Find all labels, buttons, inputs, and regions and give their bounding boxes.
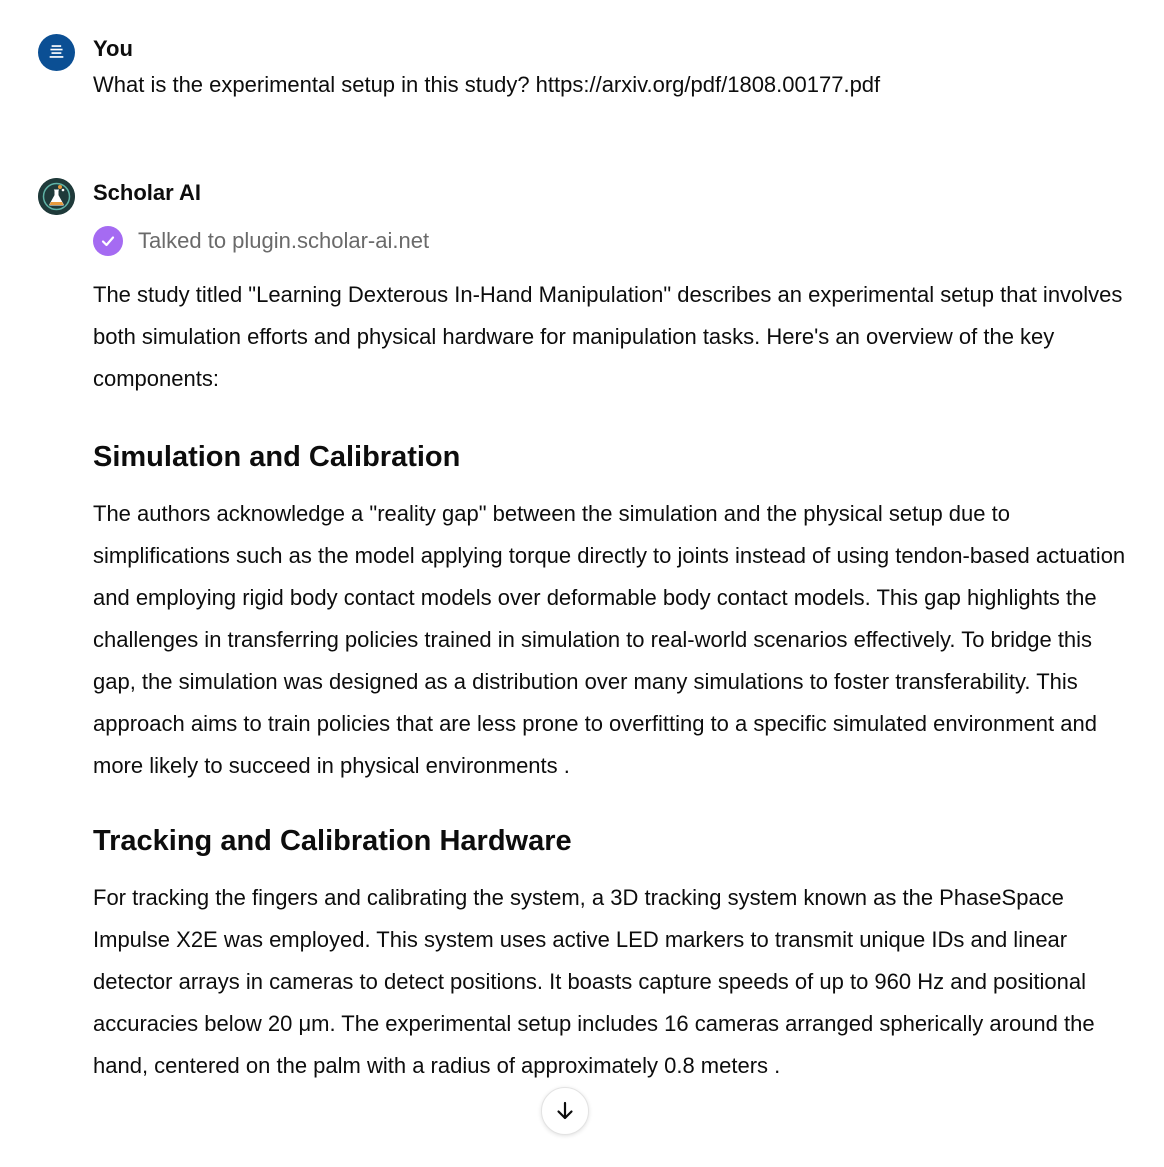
intro-paragraph: The study titled "Learning Dexterous In-… <box>93 282 1123 391</box>
assistant-author-name: Scholar AI <box>93 180 201 205</box>
plugin-call-text: Talked to plugin.scholar-ai.net <box>138 228 430 253</box>
scroll-to-bottom-button[interactable] <box>541 1087 589 1135</box>
section-heading-tracking: Tracking and Calibration Hardware <box>93 825 572 857</box>
section-body-tracking: For tracking the fingers and calibrating… <box>93 885 1095 1078</box>
flask-icon <box>38 178 75 215</box>
assistant-message: Scholar AI Talked to plugin.scholar-ai.n… <box>38 176 1128 1087</box>
user-author-name: You <box>93 36 133 61</box>
user-message-text: What is the experimental setup in this s… <box>93 72 881 97</box>
user-message-content: You What is the experimental setup in th… <box>93 32 1128 104</box>
assistant-avatar <box>38 178 75 215</box>
section-heading-simulation: Simulation and Calibration <box>93 441 461 473</box>
user-avatar: 亖 <box>38 34 75 71</box>
arrow-down-icon <box>557 1101 573 1120</box>
user-message: 亖 You What is the experimental setup in … <box>38 32 1128 104</box>
user-avatar-glyph: 亖 <box>48 43 64 61</box>
assistant-message-content: Scholar AI Talked to plugin.scholar-ai.n… <box>93 176 1128 1087</box>
chat-thread: 亖 You What is the experimental setup in … <box>0 0 1164 1167</box>
section-body-simulation: The authors acknowledge a "reality gap" … <box>93 501 1126 778</box>
check-icon <box>93 226 123 256</box>
plugin-call-status[interactable]: Talked to plugin.scholar-ai.net <box>93 225 1128 257</box>
